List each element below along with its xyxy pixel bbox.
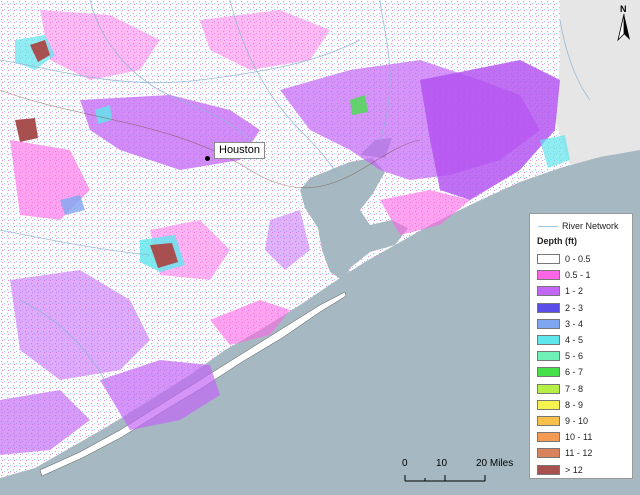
legend-row: 6 - 7 [537,364,592,380]
legend-class-label: 0.5 - 1 [565,270,591,281]
legend-class-label: 7 - 8 [565,383,584,394]
legend-row: 1 - 2 [537,283,592,299]
flood-depth-map[interactable]: Houston N River Network Depth (ft) 0 - 0… [0,0,640,495]
legend-class-label: 2 - 3 [565,302,584,313]
legend-swatch [537,399,560,410]
legend-swatch [537,432,560,443]
legend-river-entry: River Network [538,221,619,231]
legend-swatch [537,415,560,426]
legend-class-label: 9 - 10 [565,415,589,426]
legend-class-label: 10 - 11 [565,432,593,443]
scale-label-0: 0 [402,458,408,469]
legend-row: > 12 [537,461,592,477]
scale-label-10: 10 [436,458,448,469]
scale-bar-ruler [404,475,486,482]
legend-class-label: 3 - 4 [565,318,584,329]
legend-depth-classes: 0 - 0.5 0.5 - 1 1 - 2 2 - 3 3 - 4 4 - 5 5 - 6 6… [537,251,592,478]
city-label: Houston [214,142,265,159]
legend-swatch [537,335,560,346]
north-arrow-label: N [620,4,627,14]
north-arrow: N [614,4,634,44]
legend-swatch [537,270,560,281]
legend-row: 9 - 10 [537,413,592,429]
legend-class-label: 5 - 6 [565,351,584,362]
legend-class-label: 1 - 2 [565,286,584,297]
legend-row: 8 - 9 [537,397,592,413]
map-legend: River Network Depth (ft) 0 - 0.5 0.5 - 1 1… [529,213,633,479]
legend-swatch [537,351,560,362]
legend-title: Depth (ft) [537,236,577,246]
legend-class-label: 6 - 7 [565,367,584,378]
legend-class-label: 0 - 0.5 [565,254,591,265]
legend-row: 5 - 6 [537,348,592,364]
scale-bar: 0 10 20 Miles [398,458,528,492]
legend-swatch [537,254,560,265]
legend-swatch [537,383,560,394]
legend-swatch [537,286,560,297]
legend-row: 11 - 12 [537,445,592,461]
legend-row: 10 - 11 [537,429,592,445]
legend-swatch [537,464,560,475]
legend-row: 2 - 3 [537,300,592,316]
legend-class-label: > 12 [565,464,583,475]
legend-swatch [537,302,560,313]
legend-class-label: 11 - 12 [565,448,593,459]
legend-row: 0 - 0.5 [537,251,592,267]
legend-row: 4 - 5 [537,332,592,348]
legend-swatch [537,318,560,329]
legend-row: 0.5 - 1 [537,267,592,283]
scale-label-20: 20 Miles [476,458,514,469]
legend-row: 7 - 8 [537,381,592,397]
legend-class-label: 8 - 9 [565,399,584,410]
legend-swatch [537,448,560,459]
river-line-swatch [538,225,558,227]
legend-row: 3 - 4 [537,316,592,332]
houston-marker[interactable] [205,156,210,161]
legend-class-label: 4 - 5 [565,335,584,346]
legend-river-label: River Network [562,221,619,231]
legend-swatch [537,367,560,378]
